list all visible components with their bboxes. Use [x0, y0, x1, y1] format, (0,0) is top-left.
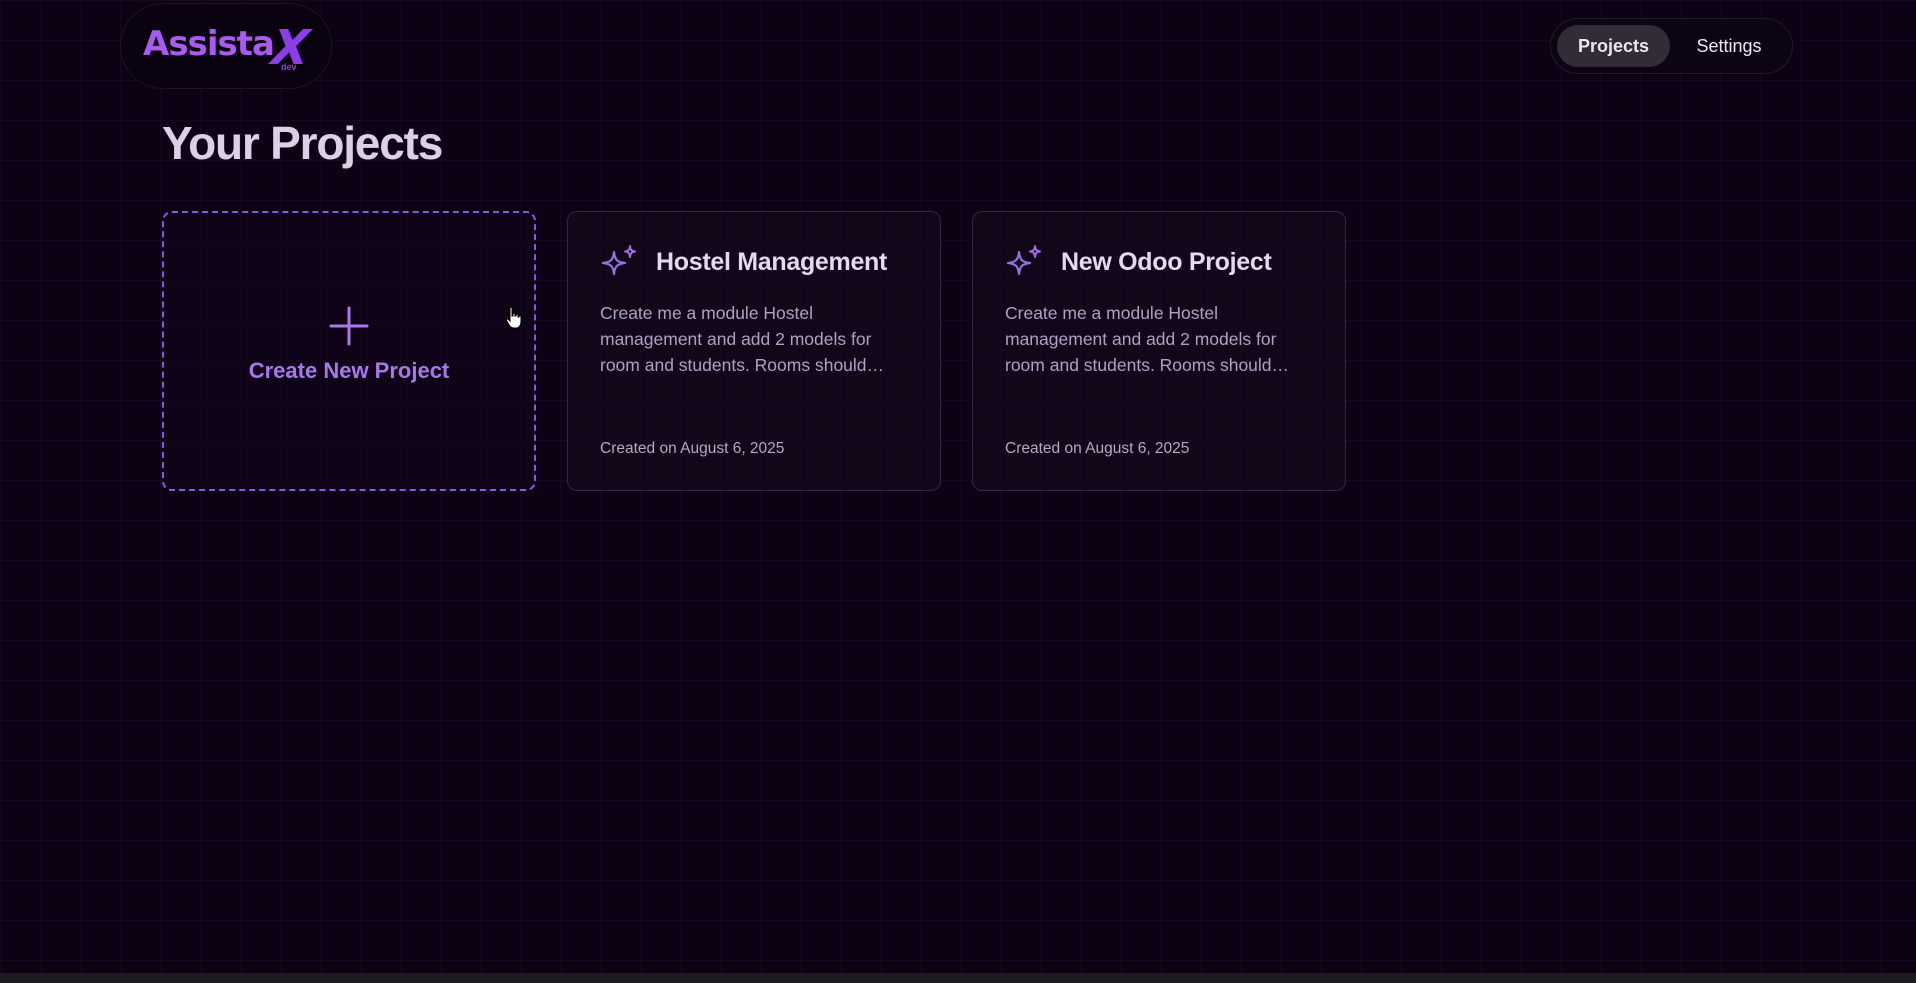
create-project-card[interactable]: Create New Project — [162, 211, 536, 491]
sparkles-icon — [601, 245, 636, 276]
top-nav: Projects Settings — [1550, 18, 1793, 74]
page-title: Your Projects — [162, 117, 443, 169]
project-description: Create me a module Hostel management and… — [1005, 303, 1290, 375]
create-project-label: Create New Project — [248, 358, 450, 383]
project-title: New Odoo Project — [1061, 247, 1272, 276]
project-card[interactable]: New Odoo Project Create me a module Host… — [972, 211, 1346, 491]
project-card[interactable]: Hostel Management Create me a module Hos… — [567, 211, 941, 491]
project-created-date: Created on August 6, 2025 — [1005, 440, 1190, 457]
pointer-cursor-icon — [505, 306, 522, 329]
plus-icon — [329, 306, 369, 346]
project-description: Create me a module Hostel management and… — [600, 303, 885, 375]
project-title: Hostel Management — [656, 247, 888, 276]
project-created-date: Created on August 6, 2025 — [600, 440, 785, 457]
logo-text: Assista — [143, 24, 275, 64]
nav-projects-button[interactable]: Projects — [1557, 25, 1670, 67]
app-logo[interactable]: Assista X dev — [120, 3, 332, 89]
sparkles-icon — [1006, 245, 1041, 276]
bottom-bar — [0, 973, 1916, 983]
nav-settings-button[interactable]: Settings — [1672, 25, 1786, 67]
logo-dev-label: dev — [281, 62, 297, 72]
